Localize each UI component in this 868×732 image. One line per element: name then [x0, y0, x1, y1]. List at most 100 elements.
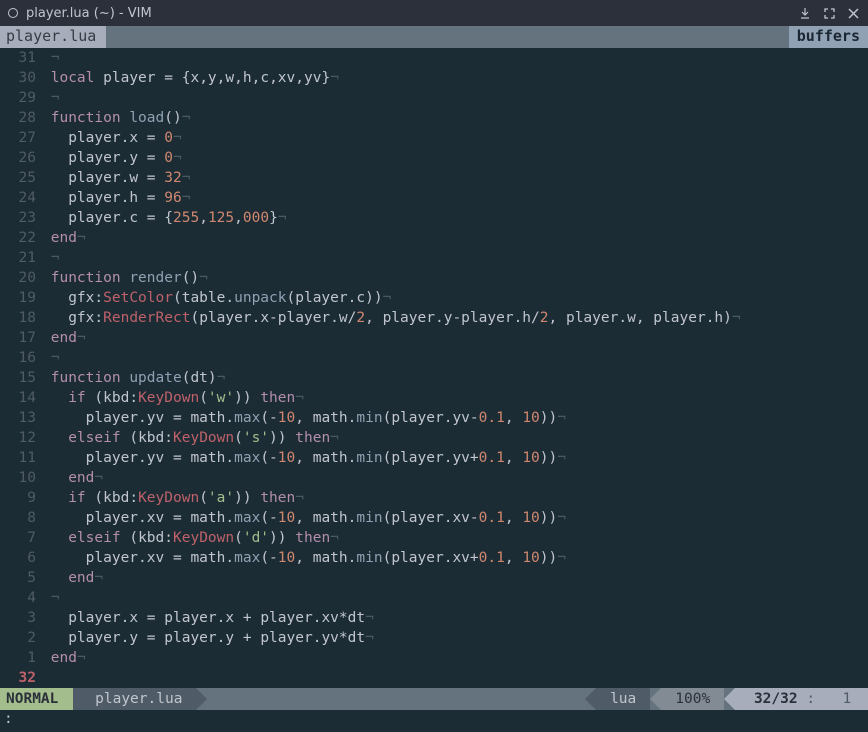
code-line[interactable]: 30 local player = {x,y,w,h,c,xv,yv}¬ [0, 68, 868, 88]
tab-player-lua[interactable]: player.lua [0, 26, 106, 48]
code-line[interactable]: 2 player.y = player.y + player.yv*dt¬ [0, 628, 868, 648]
line-number: 7 [0, 528, 42, 548]
code-text: ¬ [42, 248, 868, 268]
code-text: function render()¬ [42, 268, 868, 288]
line-number: 26 [0, 148, 42, 168]
code-text: player.x = player.x + player.xv*dt¬ [42, 608, 868, 628]
line-number: 22 [0, 228, 42, 248]
line-number: 2 [0, 628, 42, 648]
code-line[interactable]: 23 player.c = {255,125,000}¬ [0, 208, 868, 228]
line-number: 25 [0, 168, 42, 188]
code-line[interactable]: 21 ¬ [0, 248, 868, 268]
status-mode: NORMAL [0, 688, 73, 710]
code-line[interactable]: 19 gfx:SetColor(table.unpack(player.c))¬ [0, 288, 868, 308]
line-number: 18 [0, 308, 42, 328]
code-line[interactable]: 4 ¬ [0, 588, 868, 608]
statusline: NORMAL player.lua lua 100% 32/32 : 1 [0, 688, 868, 710]
code-line[interactable]: 29 ¬ [0, 88, 868, 108]
code-text: gfx:SetColor(table.unpack(player.c))¬ [42, 288, 868, 308]
code-line[interactable]: 28 function load()¬ [0, 108, 868, 128]
code-line[interactable]: 17 end¬ [0, 328, 868, 348]
code-line[interactable]: 1 end¬ [0, 648, 868, 668]
line-number: 21 [0, 248, 42, 268]
code-text: player.h = 96¬ [42, 188, 868, 208]
code-text: end¬ [42, 328, 868, 348]
line-number: 12 [0, 428, 42, 448]
keep-on-top-icon[interactable] [798, 6, 812, 20]
code-text: player.yv = math.max(-10, math.min(playe… [42, 448, 868, 468]
buffers-label[interactable]: buffers [789, 26, 868, 48]
code-line[interactable]: 22 end¬ [0, 228, 868, 248]
code-line[interactable]: 24 player.h = 96¬ [0, 188, 868, 208]
code-text: ¬ [42, 348, 868, 368]
code-line[interactable]: 31 ¬ [0, 48, 868, 68]
code-line[interactable]: 26 player.y = 0¬ [0, 148, 868, 168]
code-text: elseif (kbd:KeyDown('d')) then¬ [42, 528, 868, 548]
line-number: 16 [0, 348, 42, 368]
code-text: end¬ [42, 468, 868, 488]
code-line-current[interactable]: 32 [0, 668, 868, 688]
code-text: player.x = 0¬ [42, 128, 868, 148]
code-line[interactable]: 20 function render()¬ [0, 268, 868, 288]
editor-viewport[interactable]: 31 ¬30 local player = {x,y,w,h,c,xv,yv}¬… [0, 48, 868, 688]
line-number: 24 [0, 188, 42, 208]
status-filetype: lua [596, 688, 650, 710]
line-number: 6 [0, 548, 42, 568]
code-text: player.y = 0¬ [42, 148, 868, 168]
code-text: function load()¬ [42, 108, 868, 128]
line-number: 13 [0, 408, 42, 428]
code-line[interactable]: 10 end¬ [0, 468, 868, 488]
line-number: 30 [0, 68, 42, 88]
line-number: 23 [0, 208, 42, 228]
code-line[interactable]: 7 elseif (kbd:KeyDown('d')) then¬ [0, 528, 868, 548]
code-text: elseif (kbd:KeyDown('s')) then¬ [42, 428, 868, 448]
line-number: 20 [0, 268, 42, 288]
code-line[interactable]: 15 function update(dt)¬ [0, 368, 868, 388]
code-line[interactable]: 27 player.x = 0¬ [0, 128, 868, 148]
code-line[interactable]: 9 if (kbd:KeyDown('a')) then¬ [0, 488, 868, 508]
code-line[interactable]: 6 player.xv = math.max(-10, math.min(pla… [0, 548, 868, 568]
code-line[interactable]: 14 if (kbd:KeyDown('w')) then¬ [0, 388, 868, 408]
code-text: local player = {x,y,w,h,c,xv,yv}¬ [42, 68, 868, 88]
window-titlebar: player.lua (~) - VIM [0, 0, 868, 26]
code-text: player.c = {255,125,000}¬ [42, 208, 868, 228]
line-number: 28 [0, 108, 42, 128]
line-number: 29 [0, 88, 42, 108]
line-number: 27 [0, 128, 42, 148]
code-line[interactable]: 16 ¬ [0, 348, 868, 368]
code-text: ¬ [42, 88, 868, 108]
code-text: function update(dt)¬ [42, 368, 868, 388]
code-line[interactable]: 12 elseif (kbd:KeyDown('s')) then¬ [0, 428, 868, 448]
line-number-current: 32 [0, 668, 42, 688]
command-prompt: : [4, 711, 13, 727]
code-text [42, 668, 868, 688]
line-number: 1 [0, 648, 42, 668]
code-line[interactable]: 25 player.w = 32¬ [0, 168, 868, 188]
line-number: 11 [0, 448, 42, 468]
code-line[interactable]: 5 end¬ [0, 568, 868, 588]
line-number: 10 [0, 468, 42, 488]
code-line[interactable]: 13 player.yv = math.max(-10, math.min(pl… [0, 408, 868, 428]
line-number: 8 [0, 508, 42, 528]
code-line[interactable]: 11 player.yv = math.max(-10, math.min(pl… [0, 448, 868, 468]
code-line[interactable]: 3 player.x = player.x + player.xv*dt¬ [0, 608, 868, 628]
close-icon[interactable] [846, 6, 860, 20]
line-number: 14 [0, 388, 42, 408]
status-file: player.lua [73, 688, 196, 710]
line-number: 19 [0, 288, 42, 308]
code-text: gfx:RenderRect(player.x-player.w/2, play… [42, 308, 868, 328]
line-number: 9 [0, 488, 42, 508]
command-line[interactable]: : [0, 710, 868, 732]
line-number: 15 [0, 368, 42, 388]
tabline: player.lua buffers [0, 26, 868, 48]
code-text: end¬ [42, 228, 868, 248]
status-column: 1 [825, 688, 868, 710]
code-text: player.xv = math.max(-10, math.min(playe… [42, 548, 868, 568]
code-line[interactable]: 8 player.xv = math.max(-10, math.min(pla… [0, 508, 868, 528]
code-line[interactable]: 18 gfx:RenderRect(player.x-player.w/2, p… [0, 308, 868, 328]
code-text: player.w = 32¬ [42, 168, 868, 188]
code-text: player.y = player.y + player.yv*dt¬ [42, 628, 868, 648]
maximize-icon[interactable] [822, 6, 836, 20]
code-text: end¬ [42, 568, 868, 588]
line-number: 4 [0, 588, 42, 608]
